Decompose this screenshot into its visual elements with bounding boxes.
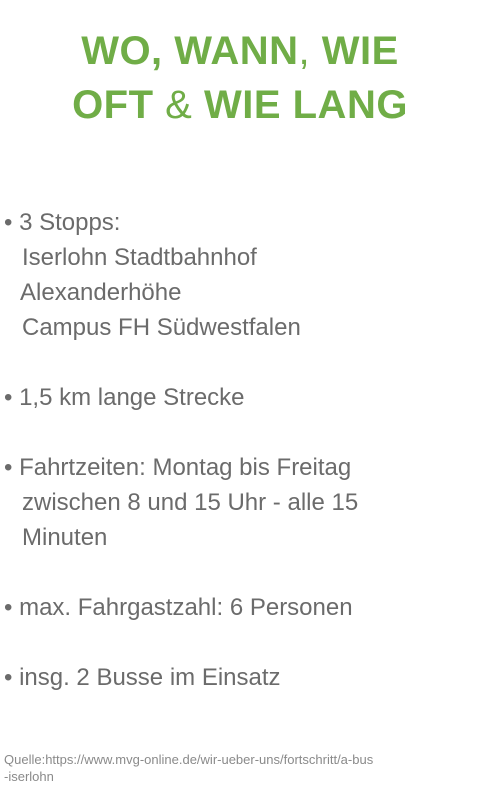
schedule-line-3: Minuten (22, 524, 108, 551)
route-length-text: • 1,5 km lange Strecke (4, 384, 245, 411)
title-line-2: OFT & WIE LANG (72, 83, 408, 127)
bullet-stops-heading: • 3 Stopps: (4, 209, 121, 236)
bullet-capacity: • max. Fahrgastzahl: 6 Personen (4, 590, 476, 625)
bus-count-text: • insg. 2 Busse im Einsatz (4, 664, 281, 691)
slide-title: WO, WANN, WIE OFT & WIE LANG (0, 24, 480, 132)
bullet-list: • 3 Stopps: Iserlohn Stadtbahnhof Alexan… (4, 205, 476, 730)
slide-page: WO, WANN, WIE OFT & WIE LANG • 3 Stopps:… (0, 0, 480, 800)
stop-alexanderhoehe: Alexanderhöhe (20, 279, 182, 306)
bullet-bus-count: • insg. 2 Busse im Einsatz (4, 660, 476, 695)
bullet-stops: • 3 Stopps: Iserlohn Stadtbahnhof Alexan… (4, 205, 476, 345)
source-citation: Quelle:https://www.mvg-online.de/wir-ueb… (4, 751, 476, 785)
capacity-text: • max. Fahrgastzahl: 6 Personen (4, 594, 353, 621)
title-line-1: WO, WANN, WIE (81, 29, 399, 73)
schedule-line-1: • Fahrtzeiten: Montag bis Freitag (4, 454, 352, 481)
source-line-1: Quelle:https://www.mvg-online.de/wir-ueb… (4, 752, 374, 767)
bullet-route-length: • 1,5 km lange Strecke (4, 380, 476, 415)
source-line-2: -iserlohn (4, 769, 54, 784)
bullet-schedule: • Fahrtzeiten: Montag bis Freitag zwisch… (4, 450, 476, 555)
stop-campus-fh: Campus FH Südwestfalen (22, 314, 301, 341)
stop-iserlohn-stadtbahnhof: Iserlohn Stadtbahnhof (22, 244, 257, 271)
schedule-line-2: zwischen 8 und 15 Uhr - alle 15 (22, 489, 359, 516)
